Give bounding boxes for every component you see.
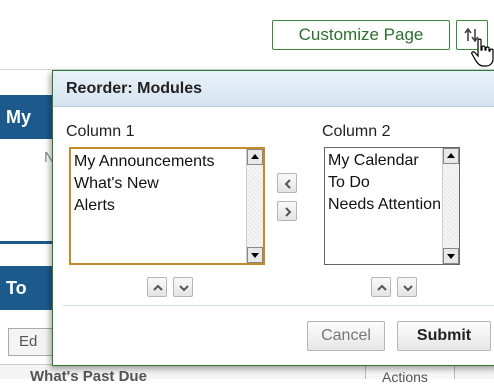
- submit-button[interactable]: Submit: [397, 321, 491, 351]
- list-item[interactable]: To Do: [328, 172, 441, 194]
- list-item[interactable]: Alerts: [74, 195, 215, 217]
- scroll-up-arrow[interactable]: [247, 149, 263, 165]
- column-1-listbox[interactable]: My Announcements What's New Alerts: [69, 147, 265, 265]
- column-2-scrollbar[interactable]: [442, 148, 459, 264]
- hand-cursor-icon: [471, 38, 494, 67]
- cancel-button[interactable]: Cancel: [307, 321, 385, 351]
- edit-button[interactable]: Ed: [8, 328, 58, 356]
- column-2-listbox[interactable]: My Calendar To Do Needs Attention: [324, 147, 460, 265]
- triangle-down-icon: [251, 253, 259, 258]
- customize-page-button[interactable]: Customize Page: [272, 20, 450, 50]
- column-2-move-up-button[interactable]: [371, 277, 391, 297]
- reorder-dialog: Reorder: Modules Column 1 My Announcemen…: [52, 70, 494, 366]
- column-1-move-down-button[interactable]: [173, 277, 193, 297]
- actions-label: Actions: [382, 369, 428, 385]
- table-row-label: What's Past Due: [30, 368, 147, 385]
- column-2-label: Column 2: [322, 123, 391, 140]
- list-item[interactable]: My Calendar: [328, 150, 441, 172]
- column-2-move-down-button[interactable]: [397, 277, 417, 297]
- move-left-button[interactable]: [277, 173, 297, 193]
- chevron-up-icon: [153, 284, 163, 291]
- column-1-label: Column 1: [66, 123, 135, 140]
- scroll-up-arrow[interactable]: [443, 148, 459, 164]
- dialog-header: Reorder: Modules: [53, 71, 494, 107]
- chevron-left-icon: [284, 179, 291, 189]
- triangle-up-icon: [447, 153, 455, 158]
- column-1-scrollbar[interactable]: [246, 149, 263, 263]
- chevron-down-icon: [403, 285, 413, 292]
- chevron-right-icon: [285, 207, 292, 217]
- triangle-down-icon: [447, 254, 455, 259]
- module-1-header: My: [0, 95, 60, 139]
- list-item[interactable]: My Announcements: [74, 151, 215, 173]
- scroll-down-arrow[interactable]: [443, 248, 459, 264]
- dialog-divider: [63, 305, 494, 306]
- actions-button[interactable]: Actions: [365, 364, 455, 385]
- module-2-header: To: [0, 266, 60, 310]
- move-right-button[interactable]: [277, 201, 297, 221]
- triangle-up-icon: [251, 154, 259, 159]
- column-2-items: My Calendar To Do Needs Attention: [328, 150, 441, 216]
- dialog-title: Reorder: Modules: [66, 80, 203, 97]
- module-1-rule: [0, 241, 60, 244]
- top-toolbar: Customize Page: [0, 0, 494, 70]
- chevron-up-icon: [377, 284, 387, 291]
- list-item[interactable]: What's New: [74, 173, 215, 195]
- column-1-items: My Announcements What's New Alerts: [74, 151, 215, 217]
- list-item[interactable]: Needs Attention: [328, 194, 441, 216]
- column-1-move-up-button[interactable]: [147, 277, 167, 297]
- chevron-down-icon: [179, 285, 189, 292]
- scroll-down-arrow[interactable]: [247, 247, 263, 263]
